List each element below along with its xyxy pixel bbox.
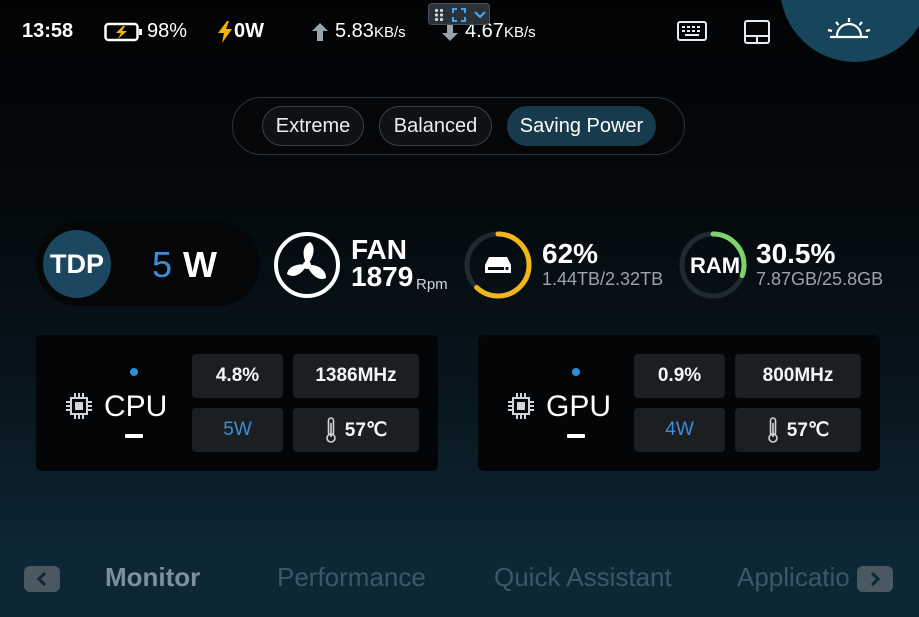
cpu-usage: 4.8% <box>192 354 283 398</box>
drag-handle-icon[interactable] <box>434 8 444 22</box>
cpu-power: 5W <box>192 408 283 452</box>
cpu-clock: 1386MHz <box>293 354 419 398</box>
tdp-unit: W <box>183 244 217 285</box>
tab-applications[interactable]: Applicatio <box>737 562 850 593</box>
gpu-temp: 57℃ <box>786 419 830 441</box>
clock: 13:58 <box>22 20 74 42</box>
tdp-card[interactable]: TDP 5 W <box>36 222 260 306</box>
brightness-icon[interactable] <box>826 16 872 42</box>
gpu-usage: 0.9% <box>634 354 725 398</box>
chip-icon <box>508 393 534 419</box>
gpu-panel[interactable]: GPU 0.9% 800MHz 4W 57℃ <box>478 335 880 471</box>
download-arrow-icon <box>442 23 458 41</box>
thermometer-icon <box>325 417 336 443</box>
ram-used-total: 7.87GB/25.8GB <box>756 269 884 289</box>
mode-extreme-button[interactable]: Extreme <box>262 106 364 146</box>
upload-speed: 5.83KB/s <box>335 20 406 43</box>
gpu-clock: 800MHz <box>735 354 861 398</box>
storage-percent: 62% <box>542 238 599 269</box>
thermometer-icon <box>767 417 778 443</box>
mode-saving-power-button[interactable]: Saving Power <box>507 106 656 146</box>
cpu-label: CPU <box>104 390 168 423</box>
power-mode-selector: Extreme Balanced Saving Power <box>232 97 685 155</box>
download-speed-unit: KB/s <box>503 24 536 41</box>
ram-label: RAM <box>690 253 741 278</box>
cpu-temp-cell: 57℃ <box>293 408 419 452</box>
storage-used-total: 1.44TB/2.32TB <box>542 269 664 289</box>
upload-speed-value: 5.83 <box>335 20 374 42</box>
lightning-icon <box>218 21 232 43</box>
tab-quick-assistant[interactable]: Quick Assistant <box>494 562 672 593</box>
gpu-temp-cell: 57℃ <box>735 408 861 452</box>
window-snap-widget[interactable] <box>428 3 490 25</box>
battery-percent: 98% <box>147 20 188 42</box>
cpu-temp: 57℃ <box>344 419 388 441</box>
mode-balanced-button[interactable]: Balanced <box>379 106 492 146</box>
power-draw: 0W <box>234 20 264 42</box>
gpu-status-dot <box>572 368 580 376</box>
upload-arrow-icon <box>312 23 328 41</box>
screenshot-region-icon[interactable] <box>452 8 466 22</box>
chevron-down-icon[interactable] <box>474 10 486 20</box>
fan-rpm-unit: Rpm <box>416 276 448 293</box>
tab-performance[interactable]: Performance <box>277 562 426 593</box>
cpu-status-dot <box>130 368 138 376</box>
battery-charging-icon <box>104 22 142 42</box>
cpu-dash <box>125 434 143 438</box>
drive-icon <box>485 257 511 273</box>
chip-icon <box>66 393 92 419</box>
tab-monitor[interactable]: Monitor <box>105 562 200 593</box>
nav-next-button[interactable] <box>857 566 893 592</box>
tdp-value: 5 <box>152 244 173 285</box>
brightness-button[interactable] <box>780 0 919 62</box>
nav-prev-button[interactable] <box>24 566 60 592</box>
upload-speed-unit: KB/s <box>373 24 406 41</box>
chevron-left-icon <box>36 571 47 587</box>
chevron-right-icon <box>870 571 881 587</box>
ram-percent: 30.5% <box>756 238 836 269</box>
gpu-power: 4W <box>634 408 725 452</box>
fan-icon <box>274 232 340 298</box>
gpu-dash <box>567 434 585 438</box>
cpu-panel[interactable]: CPU 4.8% 1386MHz 5W 57℃ <box>36 335 438 471</box>
gpu-label: GPU <box>546 390 612 423</box>
keyboard-icon[interactable] <box>677 20 707 42</box>
tdp-label: TDP <box>43 230 111 298</box>
fan-rpm: 1879 <box>351 261 414 292</box>
touchpad-icon[interactable] <box>744 20 770 44</box>
